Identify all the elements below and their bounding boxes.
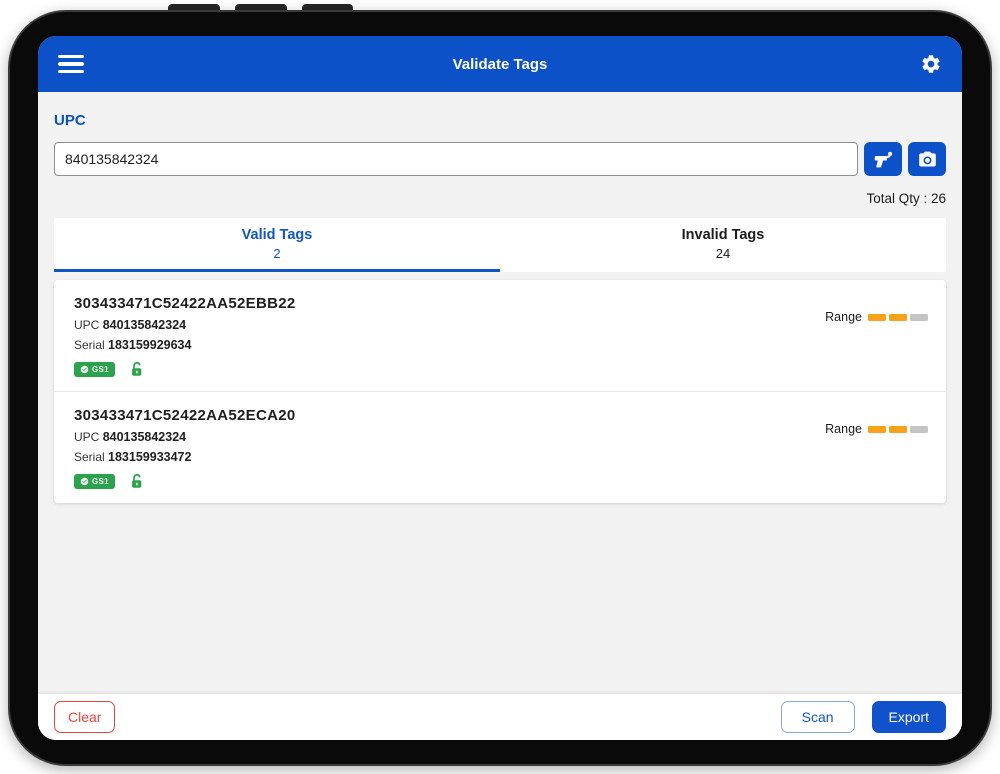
- unlock-icon: [129, 473, 145, 490]
- range-indicator: Range: [825, 310, 928, 324]
- range-label: Range: [825, 310, 862, 324]
- gs1-badge-label: GS1: [92, 477, 109, 486]
- main-content: UPC: [38, 92, 962, 694]
- tab-valid-label: Valid Tags: [54, 227, 500, 243]
- badge-row: GS1: [74, 473, 926, 490]
- upc-line: UPC 840135842324: [74, 430, 926, 444]
- tab-invalid-tags[interactable]: Invalid Tags 24: [500, 218, 946, 272]
- badge-row: GS1: [74, 361, 926, 378]
- serial-line-label: Serial: [74, 450, 105, 464]
- content-spacer: [54, 503, 946, 694]
- serial-line: Serial 183159929634: [74, 338, 926, 352]
- upc-line-label: UPC: [74, 318, 99, 332]
- serial-line-value: 183159929634: [108, 338, 191, 352]
- clear-button[interactable]: Clear: [54, 701, 115, 733]
- tab-bar: Valid Tags 2 Invalid Tags 24: [54, 218, 946, 272]
- total-qty-text: Total Qty : 26: [54, 191, 946, 206]
- check-circle-icon: [80, 477, 89, 486]
- serial-line: Serial 183159933472: [74, 450, 926, 464]
- page-title: Validate Tags: [38, 56, 962, 73]
- gs1-badge: GS1: [74, 362, 115, 377]
- tab-valid-tags[interactable]: Valid Tags 2: [54, 218, 500, 272]
- range-bars: [868, 426, 928, 433]
- tablet-frame: Validate Tags UPC: [8, 10, 992, 766]
- serial-line-value: 183159933472: [108, 450, 191, 464]
- app-screen: Validate Tags UPC: [38, 36, 962, 740]
- upc-line-value: 840135842324: [103, 318, 186, 332]
- footer-bar: Clear Scan Export: [38, 694, 962, 740]
- rfid-scanner-button[interactable]: [864, 142, 902, 176]
- serial-line-label: Serial: [74, 338, 105, 352]
- export-button[interactable]: Export: [872, 701, 946, 733]
- footer-right-group: Scan Export: [781, 701, 946, 733]
- app-header: Validate Tags: [38, 36, 962, 92]
- upc-input-row: [54, 142, 946, 176]
- unlock-icon: [129, 361, 145, 378]
- gs1-badge-label: GS1: [92, 365, 109, 374]
- epc-code: 303433471C52422AA52ECA20: [74, 407, 926, 424]
- tab-valid-count: 2: [54, 246, 500, 261]
- camera-icon: [917, 149, 938, 170]
- upc-line: UPC 840135842324: [74, 318, 926, 332]
- gs1-badge: GS1: [74, 474, 115, 489]
- range-indicator: Range: [825, 422, 928, 436]
- tag-list-item[interactable]: 303433471C52422AA52EBB22 UPC 84013584232…: [54, 280, 946, 391]
- tab-invalid-label: Invalid Tags: [500, 227, 946, 243]
- upc-input[interactable]: [54, 142, 858, 176]
- camera-button[interactable]: [908, 142, 946, 176]
- tag-list-card: 303433471C52422AA52EBB22 UPC 84013584232…: [54, 280, 946, 503]
- range-label: Range: [825, 422, 862, 436]
- gear-icon[interactable]: [920, 53, 942, 75]
- range-bars: [868, 314, 928, 321]
- rfid-scanner-icon: [873, 149, 894, 170]
- epc-code: 303433471C52422AA52EBB22: [74, 295, 926, 312]
- screenshot-stage: Validate Tags UPC: [0, 0, 1000, 774]
- tab-invalid-count: 24: [500, 246, 946, 261]
- scan-button[interactable]: Scan: [781, 701, 855, 733]
- upc-label: UPC: [54, 112, 946, 129]
- hamburger-menu-icon[interactable]: [58, 55, 84, 74]
- upc-line-value: 840135842324: [103, 430, 186, 444]
- check-circle-icon: [80, 365, 89, 374]
- tag-list-item[interactable]: 303433471C52422AA52ECA20 UPC 84013584232…: [54, 391, 946, 503]
- upc-line-label: UPC: [74, 430, 99, 444]
